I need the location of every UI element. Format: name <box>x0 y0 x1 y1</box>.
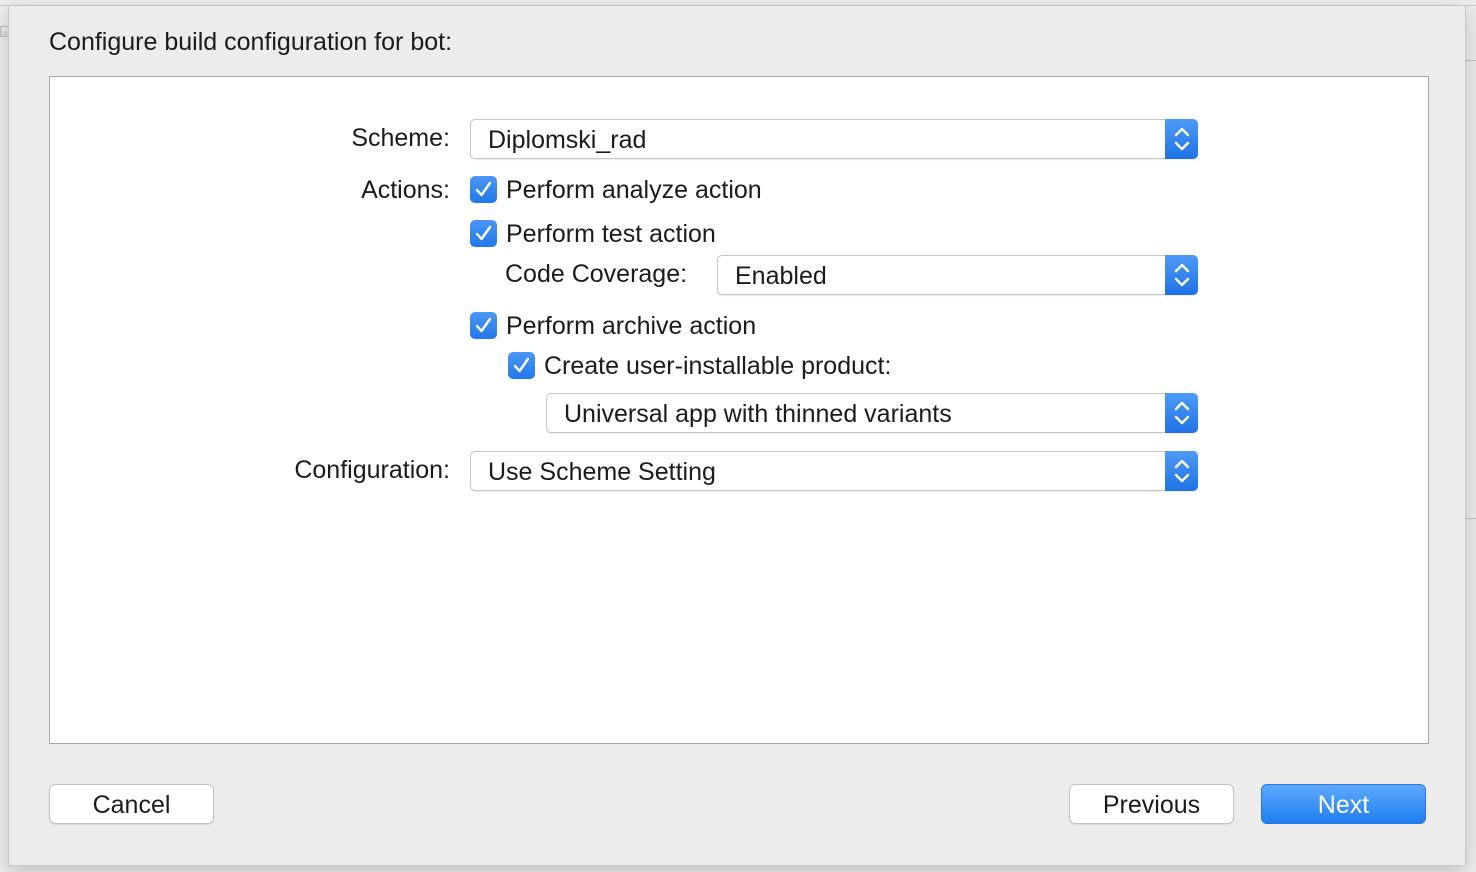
archive-checkbox[interactable] <box>470 312 497 339</box>
archive-label[interactable]: Perform archive action <box>506 312 756 341</box>
scheme-popup-value: Diplomski_rad <box>488 126 647 154</box>
code-coverage-popup-value: Enabled <box>735 262 827 290</box>
product-type-popup[interactable]: Universal app with thinned variants <box>546 393 1198 433</box>
backdrop-divider <box>1466 60 1476 61</box>
scheme-label: Scheme: <box>351 124 450 152</box>
next-button[interactable]: Next <box>1261 784 1426 824</box>
analyze-label[interactable]: Perform analyze action <box>506 176 762 205</box>
analyze-checkbox[interactable] <box>470 176 497 203</box>
cancel-button[interactable]: Cancel <box>49 784 214 824</box>
code-coverage-label: Code Coverage: <box>505 260 688 288</box>
chevron-up-down-icon <box>1165 451 1198 491</box>
chevron-up-down-icon <box>1165 119 1198 159</box>
code-coverage-popup[interactable]: Enabled <box>717 255 1198 295</box>
scheme-popup[interactable]: Diplomski_rad <box>470 119 1198 159</box>
product-type-popup-value: Universal app with thinned variants <box>564 400 952 428</box>
checkmark-icon <box>475 225 492 241</box>
configure-build-sheet: Configure build configuration for bot: S… <box>8 6 1466 866</box>
settings-panel: Scheme: Diplomski_rad Actions: Perform a… <box>49 76 1429 744</box>
test-label[interactable]: Perform test action <box>506 220 716 249</box>
test-checkbox[interactable] <box>470 220 497 247</box>
chevron-up-down-icon <box>1165 255 1198 295</box>
checkmark-icon <box>475 181 492 197</box>
user-installable-checkbox[interactable] <box>508 352 535 379</box>
configuration-popup-value: Use Scheme Setting <box>488 458 716 486</box>
checkmark-icon <box>513 357 530 373</box>
previous-button[interactable]: Previous <box>1069 784 1234 824</box>
configuration-label: Configuration: <box>294 456 450 484</box>
user-installable-label[interactable]: Create user-installable product: <box>544 352 891 381</box>
configuration-popup[interactable]: Use Scheme Setting <box>470 451 1198 491</box>
chevron-up-down-icon <box>1165 393 1198 433</box>
backdrop-divider <box>1466 518 1476 519</box>
actions-label: Actions: <box>361 176 450 204</box>
sheet-title: Configure build configuration for bot: <box>49 28 453 56</box>
checkmark-icon <box>475 317 492 333</box>
